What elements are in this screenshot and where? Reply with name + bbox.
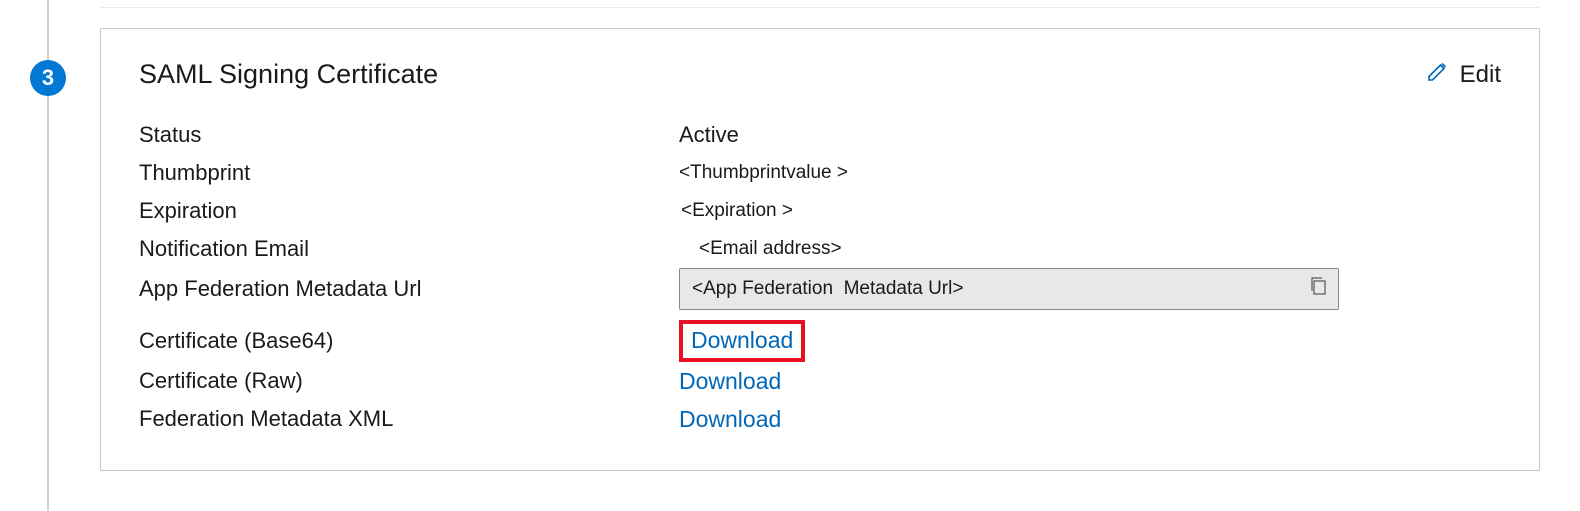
expiration-value: <Expiration >	[679, 200, 1501, 222]
status-label: Status	[139, 122, 679, 148]
notification-email-row: Notification Email <Email address>	[139, 230, 1501, 268]
copy-icon	[1309, 276, 1327, 302]
download-federation-xml-link[interactable]: Download	[679, 406, 781, 432]
metadata-url-input[interactable]	[680, 278, 1298, 300]
cert-base64-row: Certificate (Base64) Download	[139, 320, 1501, 362]
pencil-icon	[1426, 59, 1450, 90]
notification-email-label: Notification Email	[139, 236, 679, 262]
metadata-url-field	[679, 268, 1339, 310]
download-cert-raw-link[interactable]: Download	[679, 368, 781, 394]
saml-signing-certificate-card: SAML Signing Certificate Edit Status Act…	[100, 28, 1540, 471]
top-divider	[100, 0, 1540, 8]
metadata-url-row: App Federation Metadata Url	[139, 268, 1501, 310]
metadata-url-label: App Federation Metadata Url	[139, 276, 679, 302]
notification-email-value: <Email address>	[679, 238, 1501, 260]
cert-raw-label: Certificate (Raw)	[139, 368, 679, 394]
copy-metadata-url-button[interactable]	[1298, 269, 1338, 309]
step-number-badge: 3	[30, 60, 66, 96]
download-cert-base64-link[interactable]: Download	[679, 320, 805, 362]
cert-base64-label: Certificate (Base64)	[139, 328, 679, 354]
thumbprint-label: Thumbprint	[139, 160, 679, 186]
status-value: Active	[679, 122, 1501, 148]
expiration-label: Expiration	[139, 198, 679, 224]
edit-button[interactable]: Edit	[1426, 59, 1501, 90]
cert-raw-row: Certificate (Raw) Download	[139, 362, 1501, 400]
thumbprint-value: <Thumbprintvalue >	[679, 162, 1501, 184]
card-title: SAML Signing Certificate	[139, 59, 438, 90]
thumbprint-row: Thumbprint <Thumbprintvalue >	[139, 154, 1501, 192]
status-row: Status Active	[139, 116, 1501, 154]
expiration-row: Expiration <Expiration >	[139, 192, 1501, 230]
edit-button-label: Edit	[1460, 61, 1501, 89]
federation-xml-label: Federation Metadata XML	[139, 406, 679, 432]
federation-xml-row: Federation Metadata XML Download	[139, 400, 1501, 438]
